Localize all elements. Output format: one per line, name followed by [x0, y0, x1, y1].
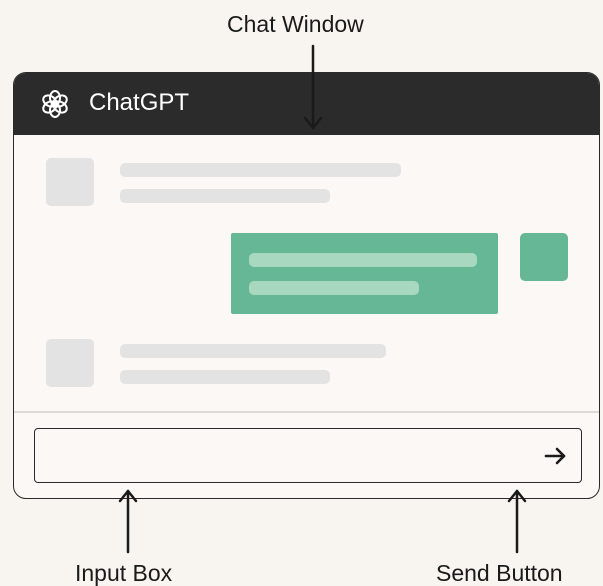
message-placeholder-line	[120, 370, 330, 384]
user-message-bubble	[231, 233, 498, 314]
send-button-callout: Send Button	[436, 560, 563, 586]
assistant-avatar	[46, 158, 94, 206]
arrow-right-icon	[544, 447, 566, 465]
message-placeholder-line	[120, 189, 330, 203]
message-placeholder-line	[120, 344, 386, 358]
composer-divider	[14, 411, 599, 413]
send-button[interactable]	[541, 441, 571, 471]
chat-window: ChatGPT	[13, 72, 600, 499]
message-placeholder-line	[249, 281, 419, 295]
message-placeholder-line	[120, 163, 401, 177]
input-box-callout: Input Box	[75, 560, 173, 586]
diagram-canvas: Chat Window ChatGPT Input Box Send Butto…	[0, 0, 603, 586]
title-bar: ChatGPT	[14, 73, 599, 135]
openai-logo-icon	[42, 90, 68, 118]
assistant-avatar	[46, 339, 94, 387]
app-title: ChatGPT	[89, 89, 190, 116]
message-input[interactable]	[34, 428, 582, 483]
message-placeholder-line	[249, 253, 477, 267]
chat-window-callout: Chat Window	[227, 11, 364, 37]
user-avatar	[520, 233, 568, 281]
